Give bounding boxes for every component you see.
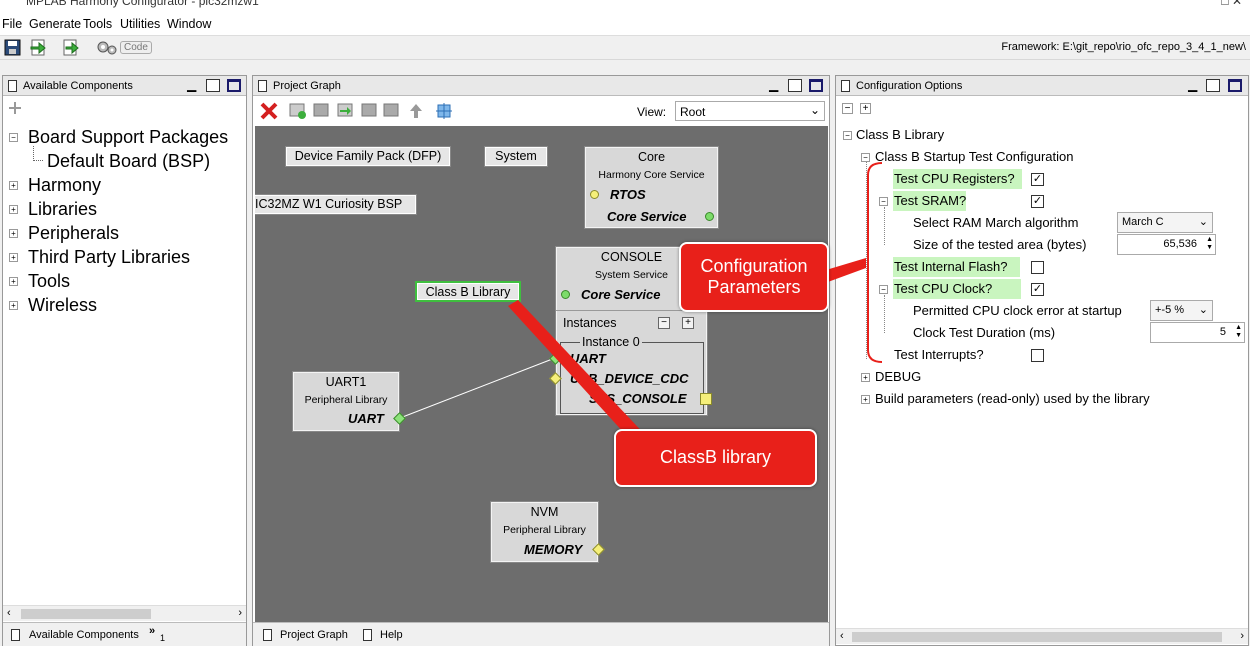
callout-configuration-parameters: Configuration Parameters [679, 242, 829, 312]
callout-classb-library: ClassB library [614, 429, 817, 487]
annotation-overlay [508, 162, 883, 446]
